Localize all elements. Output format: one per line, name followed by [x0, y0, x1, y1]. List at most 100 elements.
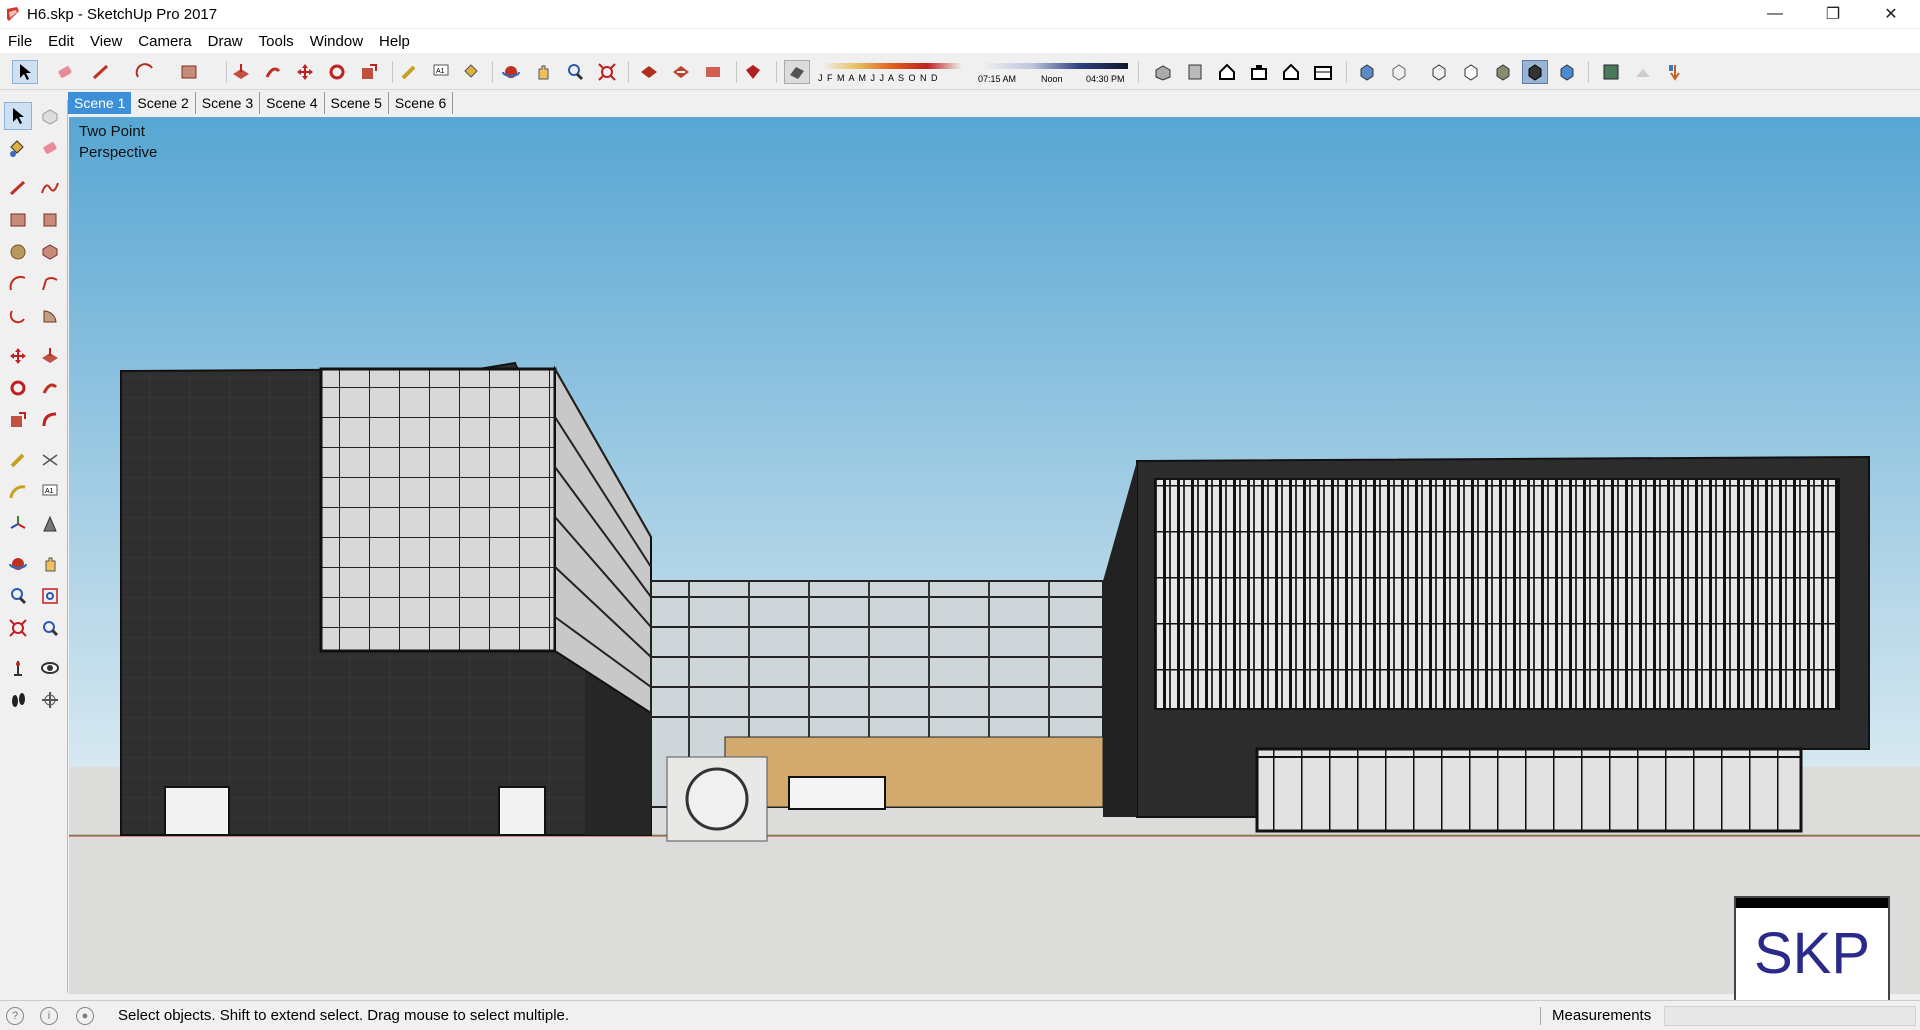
eraser-icon[interactable]: [36, 134, 64, 162]
close-button[interactable]: ✕: [1862, 0, 1920, 28]
user-account-icon[interactable]: ●: [76, 1007, 94, 1025]
left-view-icon[interactable]: [1310, 60, 1336, 84]
position-camera-icon[interactable]: [4, 654, 32, 682]
shadows-toggle-icon[interactable]: [784, 60, 810, 84]
arc-tool-icon[interactable]: [132, 60, 158, 84]
monochrome-style-icon[interactable]: [1554, 60, 1580, 84]
three-point-arc-icon[interactable]: [4, 302, 32, 330]
back-view-icon[interactable]: [1278, 60, 1304, 84]
walk-icon[interactable]: [4, 686, 32, 714]
scene-tab-1[interactable]: Scene 1: [68, 92, 132, 114]
select-tool-icon[interactable]: [12, 60, 38, 84]
axes-icon[interactable]: [4, 510, 32, 538]
add-location-icon[interactable]: [1598, 60, 1624, 84]
geo-info-icon[interactable]: ?: [6, 1007, 24, 1025]
menu-view[interactable]: View: [82, 33, 130, 50]
push-pull-icon[interactable]: [36, 342, 64, 370]
zoom-tool-icon[interactable]: [562, 60, 588, 84]
scene-tab-5[interactable]: Scene 5: [324, 92, 389, 114]
restore-button[interactable]: ❐: [1804, 0, 1862, 28]
freehand-icon[interactable]: [36, 174, 64, 202]
time-slider[interactable]: 07:15 AM Noon 04:30 PM: [978, 60, 1128, 86]
offset-icon[interactable]: [36, 406, 64, 434]
warehouse-icon[interactable]: [636, 60, 662, 84]
pan-tool-icon[interactable]: [530, 60, 556, 84]
tape-measure-tool-icon[interactable]: [396, 60, 422, 84]
zoom-extents-icon[interactable]: [4, 614, 32, 642]
dimension-icon[interactable]: [36, 446, 64, 474]
credits-icon[interactable]: i: [40, 1007, 58, 1025]
zoom-window-icon[interactable]: [36, 582, 64, 610]
follow-me-icon[interactable]: [36, 374, 64, 402]
iso-view-icon[interactable]: [1150, 60, 1176, 84]
scene-tab-4[interactable]: Scene 4: [260, 92, 325, 114]
scene-tab-6[interactable]: Scene 6: [388, 92, 454, 114]
rotate-tool-icon[interactable]: [324, 60, 350, 84]
back-edges-style-icon[interactable]: [1386, 60, 1412, 84]
zoom-extents-tool-icon[interactable]: [594, 60, 620, 84]
pan-icon[interactable]: [36, 550, 64, 578]
text-tool-icon[interactable]: A1: [428, 60, 454, 84]
scale-tool-icon[interactable]: [356, 60, 382, 84]
shaded-textures-style-icon[interactable]: [1522, 60, 1548, 84]
two-point-arc-icon[interactable]: [36, 270, 64, 298]
wireframe-style-icon[interactable]: [1426, 60, 1452, 84]
menu-edit[interactable]: Edit: [40, 33, 82, 50]
xray-style-icon[interactable]: [1354, 60, 1380, 84]
share-component-icon[interactable]: [700, 60, 726, 84]
date-slider[interactable]: J F M A M J J A S O N D: [818, 60, 964, 86]
scene-tab-3[interactable]: Scene 3: [195, 92, 261, 114]
scale-icon[interactable]: [4, 406, 32, 434]
paint-bucket-tool-icon[interactable]: [458, 60, 484, 84]
right-view-icon[interactable]: [1246, 60, 1272, 84]
model-viewport[interactable]: Two Point Perspective: [69, 117, 1920, 994]
protractor-icon[interactable]: [4, 478, 32, 506]
toggle-terrain-icon[interactable]: [1630, 60, 1656, 84]
menu-camera[interactable]: Camera: [130, 33, 199, 50]
window-title: H6.skp - SketchUp Pro 2017: [27, 5, 218, 23]
paint-bucket-icon[interactable]: [4, 134, 32, 162]
zoom-icon[interactable]: [4, 582, 32, 610]
follow-me-tool-icon[interactable]: [260, 60, 286, 84]
top-view-icon[interactable]: [1182, 60, 1208, 84]
menu-window[interactable]: Window: [302, 33, 371, 50]
rotate-icon[interactable]: [4, 374, 32, 402]
orbit-icon[interactable]: [4, 550, 32, 578]
rectangle-icon[interactable]: [4, 206, 32, 234]
scene-tab-2[interactable]: Scene 2: [131, 92, 196, 114]
menu-help[interactable]: Help: [371, 33, 418, 50]
menu-tools[interactable]: Tools: [251, 33, 302, 50]
rotated-rectangle-icon[interactable]: [36, 206, 64, 234]
line-tool-icon[interactable]: [88, 60, 114, 84]
measurements-input[interactable]: [1664, 1006, 1916, 1026]
eraser-tool-icon[interactable]: [52, 60, 78, 84]
pie-icon[interactable]: [36, 302, 64, 330]
section-plane-icon[interactable]: [36, 686, 64, 714]
push-pull-tool-icon[interactable]: [228, 60, 254, 84]
previous-view-icon[interactable]: [36, 614, 64, 642]
hidden-line-style-icon[interactable]: [1458, 60, 1484, 84]
shaded-style-icon[interactable]: [1490, 60, 1516, 84]
menu-file[interactable]: File: [0, 33, 40, 50]
minimize-button[interactable]: —: [1746, 0, 1804, 28]
move-icon[interactable]: [4, 342, 32, 370]
extension-warehouse-icon[interactable]: [740, 60, 766, 84]
scene-tabs: Scene 1 Scene 2 Scene 3 Scene 4 Scene 5 …: [68, 92, 454, 114]
rectangle-tool-icon[interactable]: [176, 60, 202, 84]
move-tool-icon[interactable]: [292, 60, 318, 84]
tape-measure-icon[interactable]: [4, 446, 32, 474]
3d-text-icon[interactable]: [36, 510, 64, 538]
arc-icon[interactable]: [4, 270, 32, 298]
menu-draw[interactable]: Draw: [200, 33, 251, 50]
polygon-icon[interactable]: [36, 238, 64, 266]
make-component-icon[interactable]: [36, 102, 64, 130]
look-around-icon[interactable]: [36, 654, 64, 682]
text-icon[interactable]: A1: [36, 478, 64, 506]
circle-icon[interactable]: [4, 238, 32, 266]
front-view-icon[interactable]: [1214, 60, 1240, 84]
share-model-icon[interactable]: [668, 60, 694, 84]
geo-location-icon[interactable]: [1662, 60, 1688, 84]
orbit-tool-icon[interactable]: [498, 60, 524, 84]
line-icon[interactable]: [4, 174, 32, 202]
select-icon[interactable]: [4, 102, 32, 130]
